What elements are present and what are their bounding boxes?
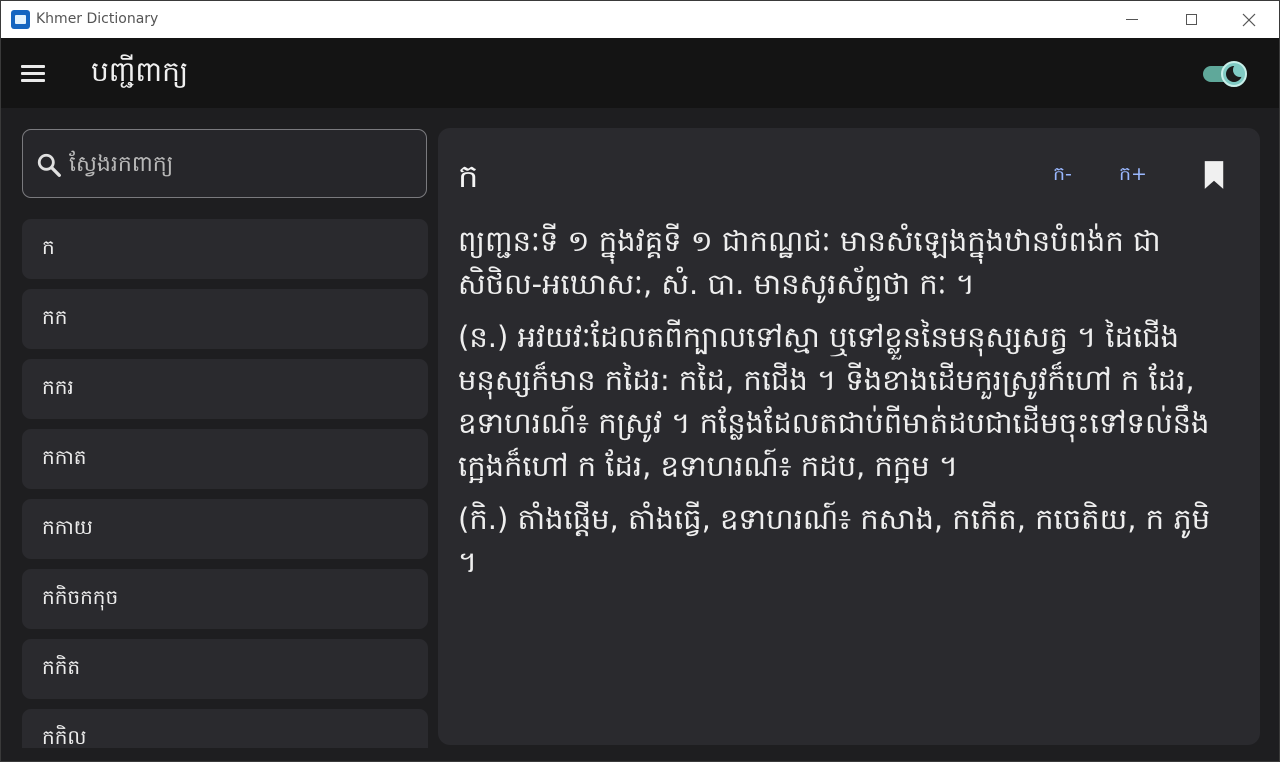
maximize-button[interactable] (1162, 1, 1220, 38)
title-bar[interactable]: Khmer Dictionary (1, 1, 1279, 38)
list-item[interactable]: កកាយ (22, 499, 428, 559)
dark-mode-toggle-icon (1221, 61, 1247, 87)
list-item[interactable]: កកាត (22, 429, 428, 489)
definition-panel: ក ក- ក+ ព្យញ្ជនៈទី ១ ក្នុងវគ្គទី ១ ជាកណ្… (438, 128, 1260, 745)
list-item[interactable]: កកិចកកុច (22, 569, 428, 629)
headword: ក (458, 157, 479, 195)
app-bar: បញ្ជីពាក្យ (1, 38, 1279, 108)
maximize-icon (1185, 14, 1197, 25)
increase-font-button[interactable]: ក+ (1119, 160, 1147, 192)
word-list-panel: កកកកករកកាតកកាយកកិចកកុចកកិតកកិល (21, 128, 429, 748)
list-item[interactable]: កកិត (22, 639, 428, 699)
close-button[interactable] (1220, 1, 1278, 38)
definition-paragraph: ព្យញ្ជនៈទី ១ ក្នុងវគ្គទី ១ ជាកណ្ឋជៈ មានស… (458, 224, 1161, 301)
list-item[interactable]: កករ (22, 359, 428, 419)
decrease-font-button[interactable]: ក- (1053, 160, 1072, 192)
bookmark-icon[interactable] (1200, 160, 1228, 190)
list-item[interactable]: កកិល (22, 709, 428, 748)
word-list: កកក កករ កកាត កកាយ កកិចកកុច កកិត កកិល (22, 219, 428, 748)
definition-paragraph: (ន.) អវយវៈដែលតពីក្បាលទៅស្មា ឬទៅខ្លួននៃមន… (458, 320, 1210, 483)
minimize-icon (1126, 19, 1138, 20)
list-item[interactable]: កក (22, 289, 428, 349)
list-item[interactable]: ក (22, 219, 428, 279)
search-icon (37, 153, 61, 177)
hamburger-menu-icon[interactable] (21, 60, 53, 86)
app-window: Khmer Dictionary បញ្ជីពាក្យ ស្វែងរកពាក្យ… (0, 0, 1280, 762)
app-icon (11, 10, 30, 29)
close-icon (1242, 13, 1256, 26)
definition-paragraph: (កិ.) តាំងផ្តើម, តាំងធ្វើ, ឧទាហរណ៍៖ កសាង… (458, 502, 1211, 579)
dark-mode-toggle[interactable] (1201, 61, 1247, 87)
definitions: ព្យញ្ជនៈទី ១ ក្នុងវគ្គទី ១ ជាកណ្ឋជៈ មានស… (458, 220, 1238, 594)
page-title: បញ្ជីពាក្យ (91, 55, 189, 88)
minimize-button[interactable] (1103, 1, 1161, 38)
search-input[interactable] (69, 144, 409, 184)
search-box[interactable] (22, 129, 427, 198)
window-title: Khmer Dictionary (36, 11, 159, 27)
